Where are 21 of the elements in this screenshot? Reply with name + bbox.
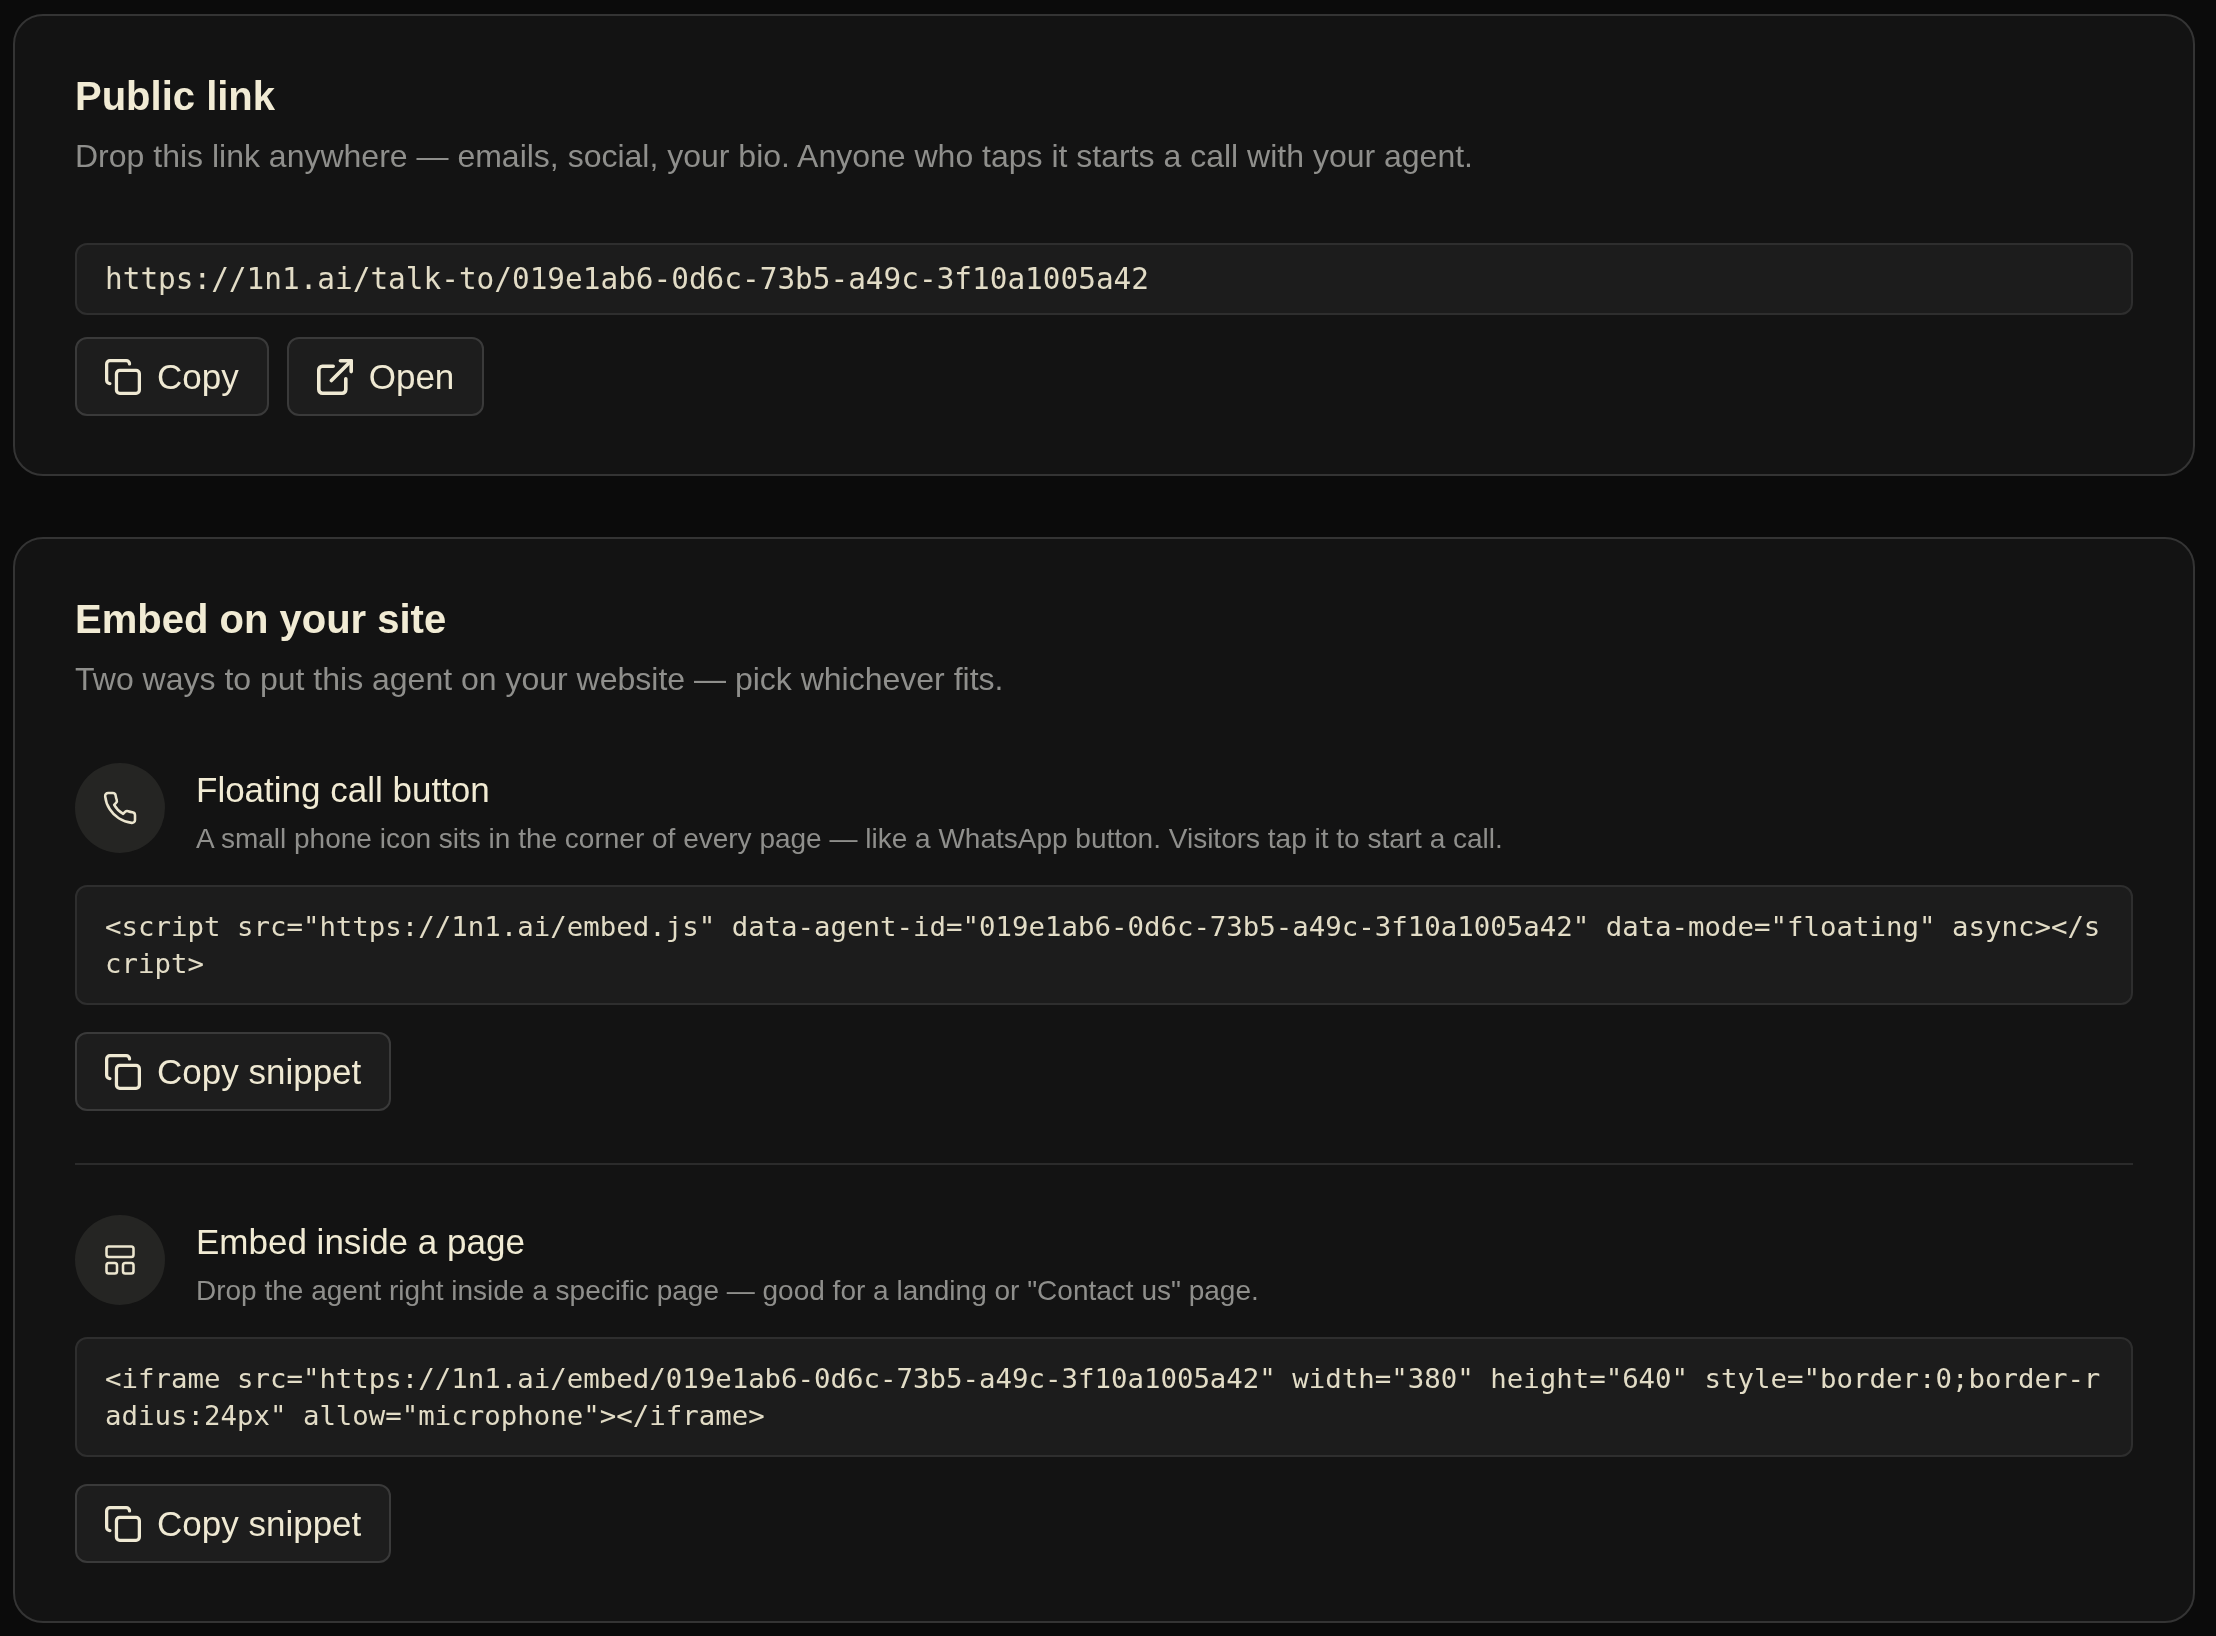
copy-icon [105,358,141,395]
section-title: Public link [75,73,277,120]
section-description: Two ways to put this agent on your website — pick whichever fits. [75,660,1005,699]
section-description: Drop this link anywhere — emails, social, your bio. Anyone who taps it starts a call with your agent. [75,137,1474,176]
open-button[interactable]: Open [286,337,485,416]
link-field[interactable]: https://1n1.ai/talk-to/019e1ab6-0d6c-73b5-a49c-3f10a1005a42 [75,243,2133,315]
option-title: Floating call button [196,769,491,811]
copy-button[interactable]: Copy snippet [75,1484,392,1563]
copy-button[interactable]: Copy snippet [75,1032,392,1111]
copy-button[interactable]: Copy [75,337,269,416]
option-description: Drop the agent right inside a specific page — good for a landing or "Contact us" page. [196,1274,1259,1308]
section-title: Embed on your site [75,596,448,643]
layout-icon [75,1215,165,1305]
option-title: Embed inside a page [196,1221,526,1263]
copy-icon [105,1505,141,1542]
external-link-icon [316,358,353,395]
option-description: A small phone icon sits in the corner of every page — like a WhatsApp button. Visitors tap it to start a call. [196,822,1503,856]
phone-icon [75,763,165,853]
code-snippet: <script src="https://1n1.ai/embed.js" data-agent-id="019e1ab6-0d6c-73b5-a49c-3f10a1005a42" data-mode="floating" async></script> [75,885,2133,1005]
copy-icon [105,1053,141,1090]
code-snippet: <iframe src="https://1n1.ai/embed/019e1ab6-0d6c-73b5-a49c-3f10a1005a42" width="380" height="640" style="border:0;border-radius:24px" allow="microphone"></iframe> [75,1337,2133,1457]
